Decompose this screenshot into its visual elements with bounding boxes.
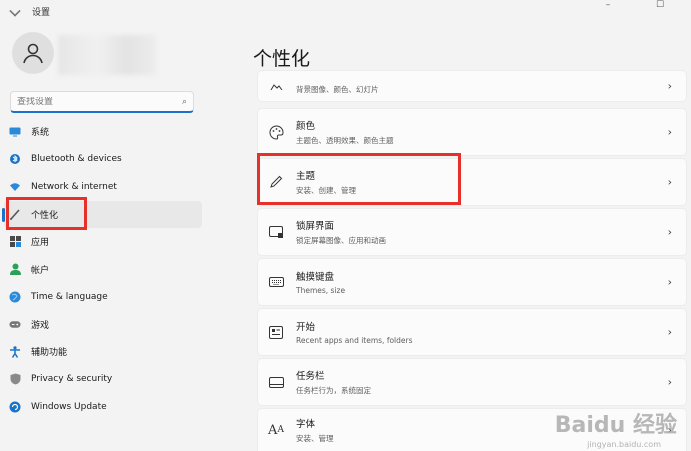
card-title: 开始 [296,322,316,333]
chevron-right-icon: › [667,175,672,189]
shield-icon [9,373,21,385]
card-subtitle: Themes, size [296,286,346,295]
sidebar-item-label: 应用 [31,238,50,249]
card-title: 任务栏 [296,371,325,382]
lockscreen-icon [268,224,284,240]
back-arrow-icon[interactable] [9,5,21,17]
window-title: 设置 [32,8,51,18]
sidebar-item-privacy[interactable]: Privacy & security [0,366,210,394]
chevron-right-icon: › [667,375,672,389]
sidebar-item-label: Time & language [31,291,108,302]
card-subtitle: 安装、创建、管理 [296,186,356,195]
maximize-button[interactable]: ☐ [648,0,672,10]
pen-icon [268,174,284,190]
card-subtitle: Recent apps and items, folders [296,336,413,345]
apps-icon [9,236,21,248]
monitor-icon [9,126,21,138]
card-background[interactable]: 背景图像、颜色、幻灯片 › [257,70,687,102]
start-icon [268,324,284,340]
gamepad-icon [9,318,21,330]
title-bar: 设置 – ☐ [0,0,691,22]
card-title: 触摸键盘 [296,272,335,283]
sidebar-item-label: 系统 [31,128,50,139]
sidebar-item-label: Network & internet [31,181,117,192]
card-start[interactable]: 开始 Recent apps and items, folders › [257,308,687,356]
sidebar-item-system[interactable]: 系统 [0,118,210,146]
palette-icon [268,124,284,140]
search-icon[interactable]: ⌕ [182,97,187,107]
bluetooth-icon [9,153,21,165]
person-icon [23,43,43,64]
sidebar-item-accounts[interactable]: 帐户 [0,256,210,284]
chevron-right-icon: › [667,125,672,139]
sidebar-nav: 系统 Bluetooth & devices Network & interne… [0,118,210,421]
account-icon [9,263,21,276]
search-box[interactable]: ⌕ [10,91,194,113]
sidebar-item-label: 辅助功能 [31,348,68,359]
sidebar-item-label: Privacy & security [31,374,113,385]
taskbar-icon [268,374,284,390]
card-subtitle: 背景图像、颜色、幻灯片 [296,84,379,94]
card-title: 颜色 [296,121,316,132]
card-taskbar[interactable]: 任务栏 任务栏行为，系统固定 › [257,358,687,406]
card-title: 主题 [296,171,316,182]
card-touch-keyboard[interactable]: 触摸键盘 Themes, size › [257,258,687,306]
chevron-right-icon: › [667,225,672,239]
card-title: 锁屏界面 [296,221,335,232]
image-icon [268,78,284,94]
minimize-button[interactable]: – [596,0,620,10]
chevron-right-icon: › [667,275,672,289]
sidebar-item-label: 游戏 [31,320,50,331]
page-title: 个性化 [253,48,311,70]
watermark-logo: Baidu 经验 [554,413,677,438]
card-colors[interactable]: 颜色 主题色、透明效果、颜色主题 › [257,108,687,156]
sidebar-item-windows-update[interactable]: Windows Update [0,393,210,421]
card-subtitle: 锁定屏幕图像、应用和动画 [296,236,386,245]
sidebar-item-personalization[interactable]: 个性化 [2,200,202,228]
sidebar-item-label: 个性化 [31,210,59,221]
keyboard-icon [268,274,284,290]
sidebar-item-gaming[interactable]: 游戏 [0,311,210,339]
sidebar-item-bluetooth[interactable]: Bluetooth & devices [0,146,210,174]
blurred-username [58,35,156,75]
watermark-url: jingyan.baidu.com [587,440,661,449]
card-themes[interactable]: 主题 安装、创建、管理 › [257,158,687,206]
sidebar-item-label: 帐户 [31,265,50,276]
sidebar-item-label: Windows Update [31,401,107,412]
sidebar-item-label: Bluetooth & devices [31,154,122,165]
sidebar-item-time-language[interactable]: Time & language [0,283,210,311]
update-icon [9,401,21,413]
font-icon: AA [268,422,284,438]
sidebar-item-apps[interactable]: 应用 [0,228,210,256]
chevron-right-icon: › [667,79,672,93]
card-subtitle: 任务栏行为，系统固定 [296,386,371,395]
avatar[interactable] [12,32,54,74]
chevron-right-icon: › [667,325,672,339]
wifi-icon [9,181,21,193]
card-lock-screen[interactable]: 锁屏界面 锁定屏幕图像、应用和动画 › [257,208,687,256]
globe-icon [9,291,21,303]
search-input[interactable] [17,96,182,107]
card-subtitle: 主题色、透明效果、颜色主题 [296,136,394,145]
sidebar-item-network[interactable]: Network & internet [0,173,210,201]
sidebar-item-accessibility[interactable]: 辅助功能 [0,338,210,366]
brush-icon [9,208,21,221]
accessibility-icon [9,345,21,358]
